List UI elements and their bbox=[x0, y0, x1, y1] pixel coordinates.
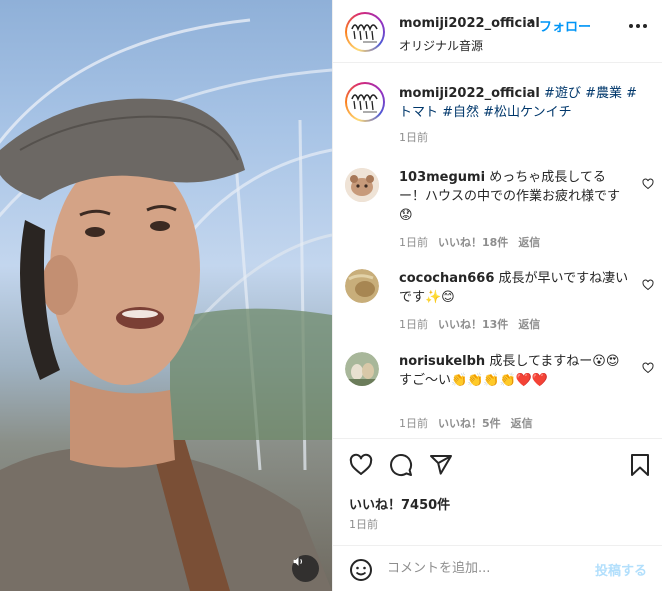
commenter-avatar[interactable] bbox=[345, 269, 379, 303]
post-detail-panel: momiji2022_official • フォロー オリジナル音源 momij… bbox=[332, 0, 662, 591]
add-comment-bar: 投稿する bbox=[333, 545, 662, 591]
sound-icon bbox=[293, 557, 303, 566]
comment-icon[interactable] bbox=[389, 453, 413, 477]
action-bar: いいね！7450件 1日前 bbox=[333, 438, 662, 544]
caption-avatar[interactable] bbox=[345, 82, 385, 122]
comment-time: 1日前 bbox=[399, 318, 428, 331]
comment-likes[interactable]: いいね！5件 bbox=[438, 417, 501, 430]
author-avatar[interactable] bbox=[345, 12, 385, 52]
comment-time: 1日前 bbox=[399, 236, 428, 249]
comment-likes[interactable]: いいね！18件 bbox=[438, 236, 508, 249]
comment-input[interactable] bbox=[387, 556, 587, 580]
share-icon[interactable] bbox=[429, 453, 453, 477]
avatar-image bbox=[345, 269, 379, 303]
post-comment-button[interactable]: 投稿する bbox=[595, 560, 647, 579]
avatar-image bbox=[345, 352, 379, 386]
posted-time: 1日前 bbox=[349, 518, 378, 531]
post-caption: momiji2022_official #遊び #農業 #トマト #自然 #松山… bbox=[399, 84, 649, 122]
commenter-avatar[interactable] bbox=[345, 168, 379, 202]
comment-time: 1日前 bbox=[399, 417, 428, 430]
comment-body: 103megumi めっちゃ成長してるー！ハウスの中での作業お疲れ様です😟 bbox=[399, 168, 631, 225]
post-header: momiji2022_official • フォロー オリジナル音源 bbox=[333, 0, 662, 63]
comment-like-icon[interactable] bbox=[642, 178, 654, 190]
comment-body: cocochan666 成長が早いですね凄いです✨😊 bbox=[399, 269, 631, 307]
heart-icon[interactable] bbox=[349, 453, 373, 477]
like-count[interactable]: いいね！7450件 bbox=[349, 494, 450, 513]
author-username[interactable]: momiji2022_official bbox=[399, 16, 540, 31]
comment-like-icon[interactable] bbox=[642, 279, 654, 291]
video-frame bbox=[0, 18, 332, 591]
brand-logo bbox=[351, 24, 378, 43]
sound-toggle-button[interactable] bbox=[292, 555, 319, 582]
comment-username[interactable]: cocochan666 bbox=[399, 271, 494, 286]
reply-button[interactable]: 返信 bbox=[511, 417, 533, 430]
follow-button[interactable]: フォロー bbox=[539, 16, 591, 35]
comment-meta: 1日前 いいね！18件 返信 bbox=[399, 234, 540, 250]
post-media[interactable] bbox=[0, 0, 332, 591]
more-options-icon[interactable] bbox=[629, 24, 647, 28]
audio-link[interactable]: オリジナル音源 bbox=[399, 37, 483, 54]
comments-list[interactable]: momiji2022_official #遊び #農業 #トマト #自然 #松山… bbox=[333, 64, 662, 438]
reply-button[interactable]: 返信 bbox=[518, 236, 540, 249]
separator-dot: • bbox=[528, 15, 536, 30]
commenter-avatar[interactable] bbox=[345, 352, 379, 386]
caption-time: 1日前 bbox=[399, 131, 428, 144]
comment-username[interactable]: norisukelbh bbox=[399, 354, 485, 369]
brand-logo bbox=[351, 94, 378, 113]
caption-username[interactable]: momiji2022_official bbox=[399, 86, 540, 101]
comment-like-icon[interactable] bbox=[642, 362, 654, 374]
emoji-icon[interactable] bbox=[349, 558, 373, 582]
comment-meta: 1日前 いいね！5件 返信 bbox=[399, 415, 533, 431]
avatar-image bbox=[345, 168, 379, 202]
reply-button[interactable]: 返信 bbox=[518, 318, 540, 331]
comment-likes[interactable]: いいね！13件 bbox=[438, 318, 508, 331]
bookmark-icon[interactable] bbox=[630, 453, 650, 477]
comment-username[interactable]: 103megumi bbox=[399, 170, 485, 185]
comment-meta: 1日前 いいね！13件 返信 bbox=[399, 316, 540, 332]
comment-body: norisukelbh 成長してますねー😮😍すご〜い👏👏👏👏❤️❤️ bbox=[399, 352, 631, 390]
